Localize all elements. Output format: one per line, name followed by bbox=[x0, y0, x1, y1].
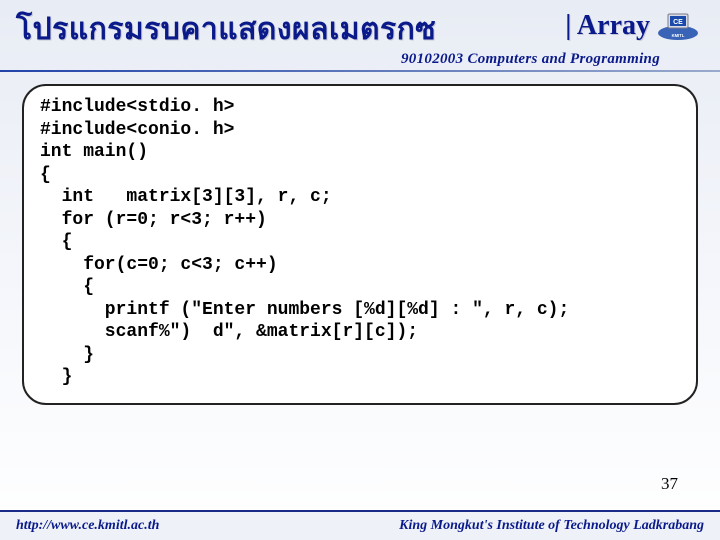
code-listing: #include<stdio. h> #include<conio. h> in… bbox=[40, 96, 680, 389]
page-number: 37 bbox=[661, 474, 678, 494]
slide-title-right: | Array bbox=[565, 10, 650, 42]
code-box: #include<stdio. h> #include<conio. h> in… bbox=[22, 84, 698, 405]
slide-header: โปรแกรมรบคาแสดงผลเมตรกซ | Array CE KMITL bbox=[0, 0, 720, 55]
course-subtitle: 90102003 Computers and Programming bbox=[0, 51, 720, 68]
header-divider bbox=[0, 70, 720, 72]
slide-footer: http://www.ce.kmitl.ac.th King Mongkut's… bbox=[0, 510, 720, 540]
footer-institute: King Mongkut's Institute of Technology L… bbox=[399, 518, 704, 534]
ce-kmitl-logo-icon: CE KMITL bbox=[656, 12, 700, 42]
svg-text:CE: CE bbox=[673, 19, 683, 26]
footer-url: http://www.ce.kmitl.ac.th bbox=[16, 518, 159, 534]
slide-title-left: โปรแกรมรบคาแสดงผลเมตรกซ bbox=[16, 6, 436, 53]
svg-text:KMITL: KMITL bbox=[672, 33, 685, 38]
slide-title-right-wrap: | Array CE KMITL bbox=[565, 6, 700, 42]
